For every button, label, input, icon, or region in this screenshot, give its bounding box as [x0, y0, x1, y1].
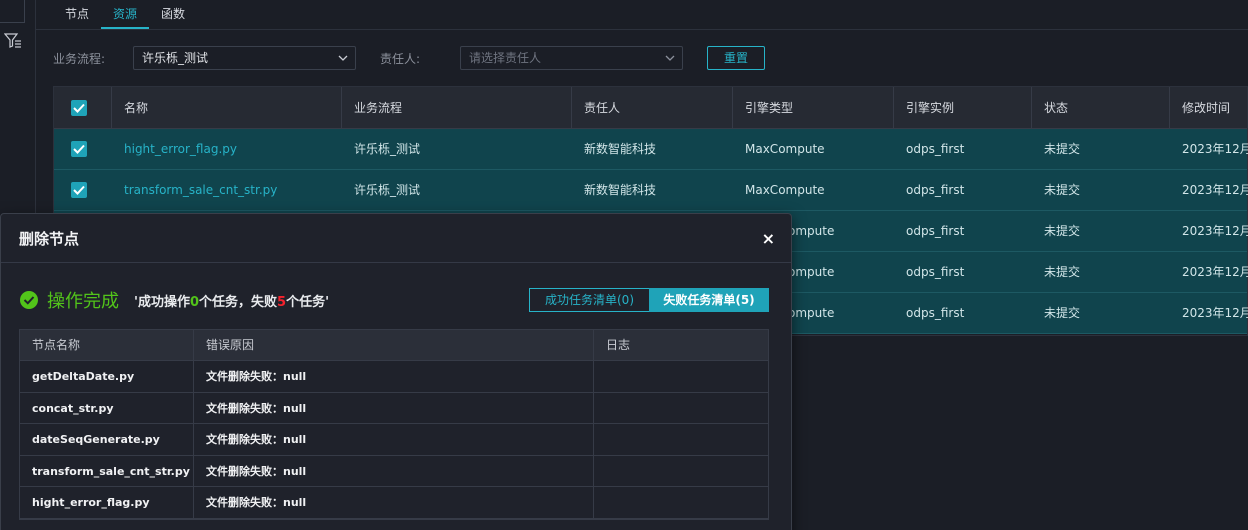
cell-owner: 新数智能科技 [584, 183, 657, 197]
close-icon[interactable]: × [762, 229, 775, 248]
table-row[interactable]: hight_error_flag.py 许乐栎_测试 新数智能科技 MaxCom… [54, 129, 1248, 170]
fail-log [594, 456, 768, 487]
cell-engine-type: ompute [788, 306, 835, 320]
cell-engine-type: MaxCompute [745, 142, 825, 156]
fail-task-table: 节点名称 错误原因 日志 getDeltaDate.py 文件删除失败：null… [19, 329, 769, 520]
check-icon [73, 144, 85, 154]
delete-nodes-dialog: 删除节点 × 操作完成 '成功操作0个任务，失败5个任务' 成功任务清单(0) … [0, 213, 792, 530]
cell-modified-time: 2023年12月5 [1182, 183, 1248, 197]
cell-name[interactable]: transform_sale_cnt_str.py [112, 170, 342, 210]
fail-log [594, 393, 768, 424]
chevron-down-icon [338, 55, 348, 61]
fail-error-reason: 文件删除失败：null [194, 361, 594, 392]
cell-engine-instance: odps_first [906, 142, 965, 156]
fail-table-row: dateSeqGenerate.py 文件删除失败：null [20, 424, 768, 456]
fail-node-name: hight_error_flag.py [20, 487, 194, 518]
summary-mid: 个任务，失败 [199, 295, 278, 310]
header-engine-instance: 引擎实例 [894, 87, 1032, 129]
cell-modified-time: 2023年12月5 [1182, 224, 1248, 238]
workflow-select-value: 许乐栎_测试 [142, 51, 209, 65]
cell-engine-instance: odps_first [906, 183, 965, 197]
fail-table-header: 节点名称 错误原因 日志 [20, 330, 768, 361]
rail-top-box [0, 0, 25, 23]
cell-status: 未提交 [1044, 183, 1081, 197]
owner-select-placeholder: 请选择责任人 [469, 51, 542, 65]
fail-error-reason: 文件删除失败：null [194, 424, 594, 455]
tab-bar: 节点 资源 函数 [36, 0, 1248, 30]
fail-node-name: concat_str.py [20, 392, 194, 424]
cell-status: 未提交 [1044, 306, 1081, 320]
fail-error-reason: 文件删除失败：null [194, 487, 594, 518]
fail-node-name: transform_sale_cnt_str.py [20, 455, 194, 487]
header-status: 状态 [1032, 87, 1170, 129]
fail-count: 5 [277, 295, 287, 310]
row-checkbox[interactable] [71, 182, 87, 198]
success-count: 0 [189, 295, 200, 310]
fail-log [594, 361, 768, 392]
col-log: 日志 [606, 338, 631, 352]
header-name: 名称 [112, 87, 342, 129]
cell-name[interactable]: hight_error_flag.py [112, 129, 342, 169]
fail-node-name: dateSeqGenerate.py [20, 424, 194, 455]
tab-nodes[interactable]: 节点 [64, 5, 90, 29]
operation-status: 操作完成 [47, 291, 119, 312]
tab-resources[interactable]: 资源 [101, 5, 149, 29]
cell-status: 未提交 [1044, 224, 1081, 238]
fail-table-row: transform_sale_cnt_str.py 文件删除失败：null [20, 455, 768, 487]
row-checkbox[interactable] [71, 141, 87, 157]
fail-error-reason: 文件删除失败：null [194, 455, 594, 487]
tab-functions[interactable]: 函数 [160, 5, 186, 29]
reset-button[interactable]: 重置 [707, 46, 765, 70]
fail-error-reason: 文件删除失败：null [194, 392, 594, 424]
table-row[interactable]: transform_sale_cnt_str.py 许乐栎_测试 新数智能科技 … [54, 170, 1248, 211]
summary-suffix: 个任务' [286, 295, 330, 310]
dialog-title: 删除节点 [19, 230, 80, 248]
cell-modified-time: 2023年12月5 [1182, 265, 1248, 279]
fail-table-row: concat_str.py 文件删除失败：null [20, 392, 768, 424]
cell-engine-instance: odps_first [906, 265, 965, 279]
col-node-name: 节点名称 [20, 330, 194, 360]
summary-prefix: '成功操作 [134, 295, 190, 310]
header-modified-time[interactable]: 修改时间 ↓↑ [1170, 87, 1248, 157]
select-all-checkbox[interactable] [71, 100, 87, 116]
cell-status: 未提交 [1044, 142, 1081, 156]
cell-engine-instance: odps_first [906, 306, 965, 320]
owner-select[interactable]: 请选择责任人 [460, 46, 683, 70]
cell-modified-time: 2023年12月5 [1182, 306, 1248, 320]
fail-table-row: hight_error_flag.py 文件删除失败：null [20, 487, 768, 519]
header-select-all [54, 87, 112, 129]
cell-engine-type: MaxCompute [745, 183, 825, 197]
fail-log [594, 487, 768, 518]
cell-engine-type: ompute [788, 224, 835, 238]
check-icon [73, 103, 85, 113]
header-engine-type: 引擎类型 [733, 87, 894, 129]
fail-table-row: getDeltaDate.py 文件删除失败：null [20, 361, 768, 393]
cell-engine-type: ompute [788, 265, 835, 279]
cell-modified-time: 2023年12月5 [1182, 142, 1248, 156]
dialog-divider [1, 262, 791, 263]
workflow-label: 业务流程: [53, 52, 106, 66]
cell-owner: 新数智能科技 [584, 142, 657, 156]
check-circle-icon [20, 291, 38, 309]
fail-log [594, 424, 768, 455]
operation-summary: '成功操作0个任务，失败5个任务' [134, 291, 329, 310]
fail-list-tab[interactable]: 失败任务清单(5) [649, 288, 769, 312]
success-list-tab[interactable]: 成功任务清单(0) [529, 288, 650, 312]
cell-workflow: 许乐栎_测试 [354, 183, 421, 197]
chevron-down-icon [665, 55, 675, 61]
fail-node-name: getDeltaDate.py [20, 361, 194, 392]
cell-engine-instance: odps_first [906, 224, 965, 238]
header-workflow: 业务流程 [342, 87, 572, 129]
owner-label: 责任人: [380, 52, 421, 66]
table-header: 名称 业务流程 责任人 引擎类型 引擎实例 状态 修改时间 ↓↑ [54, 87, 1248, 157]
cell-workflow: 许乐栎_测试 [354, 142, 421, 156]
cell-status: 未提交 [1044, 265, 1081, 279]
header-owner: 责任人 [572, 87, 733, 129]
check-icon [73, 185, 85, 195]
col-error-reason: 错误原因 [194, 330, 594, 360]
filter-list-icon[interactable] [4, 32, 22, 50]
workflow-select[interactable]: 许乐栎_测试 [133, 46, 356, 70]
